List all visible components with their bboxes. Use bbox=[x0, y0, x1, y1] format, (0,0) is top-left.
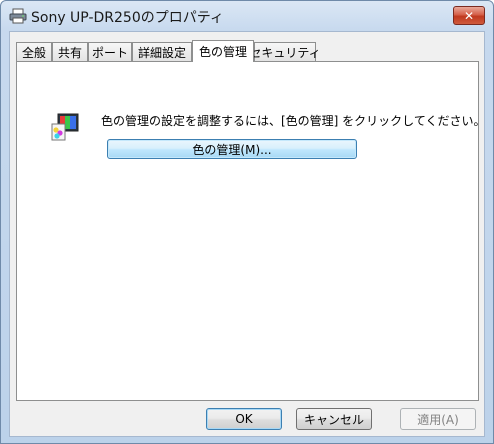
color-management-button[interactable]: 色の管理(M)... bbox=[107, 139, 357, 159]
color-management-description: 色の管理の設定を調整するには、[色の管理] をクリックしてください。 bbox=[101, 114, 486, 128]
ok-button[interactable]: OK bbox=[206, 408, 282, 430]
color-management-panel: 色の管理の設定を調整するには、[色の管理] をクリックしてください。 色の管理(… bbox=[16, 61, 485, 401]
tab-advanced[interactable]: 詳細設定 bbox=[132, 42, 192, 61]
tab-sharing[interactable]: 共有 bbox=[52, 42, 88, 61]
apply-button: 適用(A) bbox=[400, 408, 476, 430]
cancel-button[interactable]: キャンセル bbox=[296, 408, 372, 430]
tab-color-management[interactable]: 色の管理 bbox=[192, 40, 254, 62]
tab-general[interactable]: 全般 bbox=[16, 42, 52, 61]
close-button[interactable]: ✕ bbox=[453, 6, 485, 25]
close-icon: ✕ bbox=[463, 8, 475, 23]
tab-ports[interactable]: ポート bbox=[88, 42, 132, 61]
window-title: Sony UP-DR250のプロパティ bbox=[31, 10, 224, 26]
properties-window: Sony UP-DR250のプロパティ ✕ 全般 共有 ポート 詳細設定 色の管… bbox=[0, 0, 494, 444]
printer-icon bbox=[9, 8, 27, 24]
tab-security[interactable]: セキュリティ bbox=[249, 42, 321, 61]
title-bar[interactable]: Sony UP-DR250のプロパティ ✕ bbox=[1, 1, 493, 31]
color-management-icon bbox=[51, 113, 79, 141]
dialog-body: 全般 共有 ポート 詳細設定 色の管理 セキュリティ 色の管理の設定を調整するに… bbox=[9, 31, 485, 437]
